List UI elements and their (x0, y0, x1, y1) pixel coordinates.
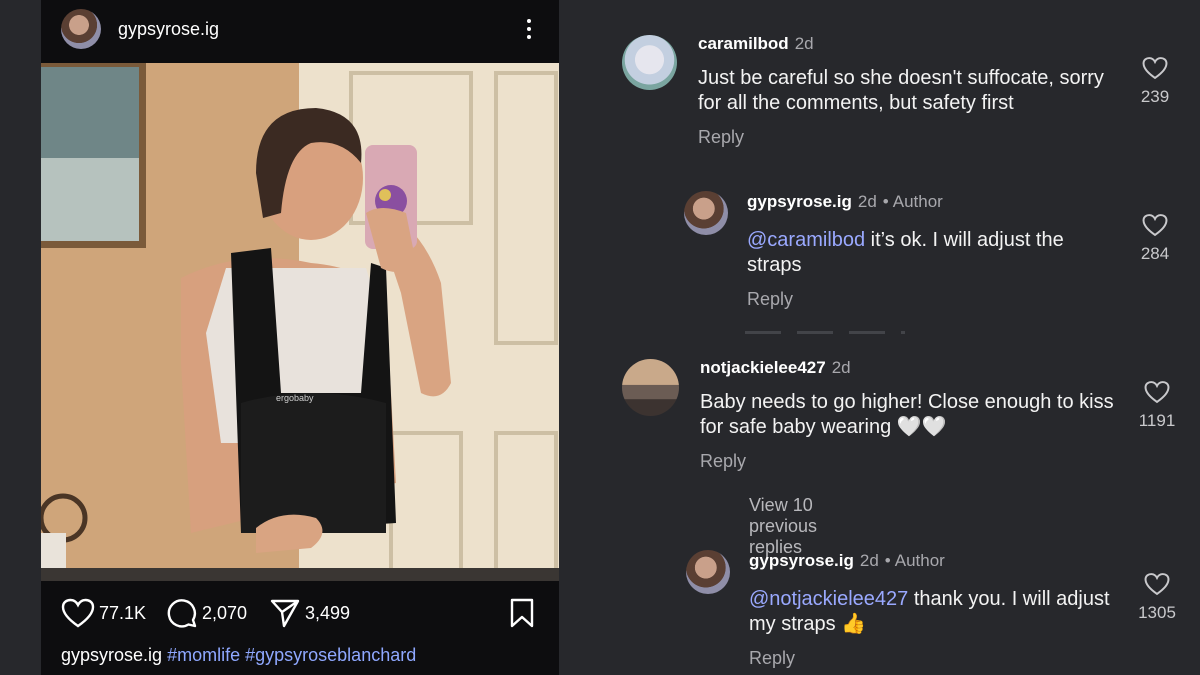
comment-like-button[interactable]: 1191 (1127, 380, 1187, 431)
commenter-username[interactable]: gypsyrose.ig 2d • Author (747, 192, 943, 212)
author-badge: Author (894, 551, 945, 570)
mention-link[interactable]: @notjackielee427 (749, 588, 908, 610)
comment-age: 2d (859, 551, 879, 570)
comment-text: @caramilbod it’s ok. I will adjust the s… (747, 229, 1064, 276)
hashtag-link[interactable]: #gypsyroseblanchard (245, 645, 416, 665)
heart-icon (1144, 381, 1170, 404)
comment-like-count: 284 (1140, 244, 1170, 263)
comment-bubble-icon (167, 599, 197, 628)
post-caption: gypsyrose.ig #momlife #gypsyroseblanchar… (61, 645, 416, 666)
comment-like-button[interactable]: 284 (1125, 213, 1185, 264)
caption-username[interactable]: gypsyrose.ig (61, 645, 162, 665)
heart-icon (1144, 573, 1170, 596)
comment-like-count: 1191 (1138, 411, 1176, 430)
commenter-username[interactable]: notjackielee427 2d (700, 358, 851, 378)
commenter-avatar[interactable] (622, 35, 677, 90)
post-header: gypsyrose.ig (41, 0, 559, 60)
commenter-username[interactable]: gypsyrose.ig 2d • Author (749, 551, 945, 571)
share-count: 3,499 (305, 602, 351, 623)
mirror-selfie-image: ergobaby (41, 63, 559, 581)
share-button[interactable]: 3,499 (269, 593, 350, 633)
comment-like-button[interactable]: 1305 (1127, 572, 1187, 623)
comment-age: 2d (857, 192, 877, 211)
commenter-avatar[interactable] (686, 550, 730, 594)
hashtag-link[interactable]: #momlife (167, 645, 240, 665)
commenter-username[interactable]: caramilbod 2d (698, 34, 814, 54)
svg-text:ergobaby: ergobaby (276, 393, 314, 403)
comment-like-count: 239 (1140, 87, 1170, 106)
comments-panel: caramilbod 2d Just be careful so she does… (600, 0, 1200, 675)
post-author-avatar[interactable] (61, 9, 101, 49)
comment-text: Just be careful so she doesn't suffocate… (698, 67, 1104, 114)
comment-like-button[interactable]: 239 (1125, 56, 1185, 107)
comment-age: 2d (831, 358, 851, 377)
divider (745, 331, 905, 334)
comment-like-count: 1305 (1138, 603, 1176, 622)
like-count: 77.1K (99, 602, 147, 623)
heart-icon (1142, 214, 1168, 237)
send-icon (270, 599, 300, 628)
like-button[interactable]: 77.1K (61, 593, 146, 633)
post-author-username[interactable]: gypsyrose.ig (118, 19, 219, 40)
comment-text: @notjackielee427 thank you. I will adjus… (749, 588, 1110, 635)
bookmark-icon[interactable] (510, 598, 534, 633)
heart-icon (61, 598, 95, 628)
reply-button[interactable]: Reply (747, 289, 793, 310)
post-panel: gypsyrose.ig ergobaby 77.1K 2,070 3,499 … (41, 0, 559, 675)
comment-count: 2,070 (202, 602, 248, 623)
reply-button[interactable]: Reply (700, 451, 746, 472)
mention-link[interactable]: @caramilbod (747, 229, 865, 251)
more-options-icon[interactable] (519, 17, 539, 43)
comment-age: 2d (794, 34, 814, 53)
author-badge: Author (892, 192, 943, 211)
reply-button[interactable]: Reply (749, 648, 795, 669)
post-photo[interactable]: ergobaby (41, 63, 559, 581)
commenter-avatar[interactable] (684, 191, 728, 235)
view-previous-replies-button[interactable]: View 10 previous replies (749, 495, 817, 558)
comment-button[interactable]: 2,070 (166, 593, 247, 633)
post-actions-bar: 77.1K 2,070 3,499 (41, 593, 559, 635)
reply-button[interactable]: Reply (698, 127, 744, 148)
commenter-avatar[interactable] (622, 359, 679, 416)
comment-text: Baby needs to go higher! Close enough to… (700, 391, 1114, 438)
heart-icon (1142, 57, 1168, 80)
